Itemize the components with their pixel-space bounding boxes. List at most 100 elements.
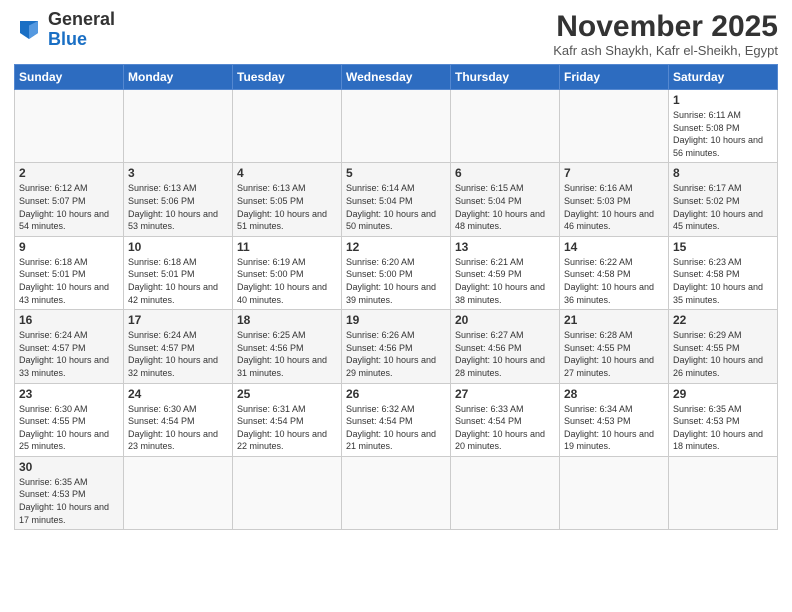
- table-row: 19 Sunrise: 6:26 AM Sunset: 4:56 PM Dayli…: [342, 310, 451, 383]
- day-number: 10: [128, 240, 228, 254]
- table-row: [124, 456, 233, 529]
- table-row: 9Sunrise: 6:18 AM Sunset: 5:01 PM Daylig…: [15, 236, 124, 309]
- table-row: 6 Sunrise: 6:15 AM Sunset: 5:04 PM Daylig…: [451, 163, 560, 236]
- table-row: 2Sunrise: 6:12 AM Sunset: 5:07 PM Daylig…: [15, 163, 124, 236]
- day-info: Sunrise: 6:13 AM Sunset: 5:05 PM Dayligh…: [237, 182, 337, 232]
- day-info: Sunrise: 6:14 AM Sunset: 5:04 PM Dayligh…: [346, 182, 446, 232]
- day-info: Sunrise: 6:24 AM Sunset: 4:57 PM Dayligh…: [19, 329, 119, 379]
- day-number: 19: [346, 313, 446, 327]
- calendar-week-row: 30Sunrise: 6:35 AM Sunset: 4:53 PM Dayli…: [15, 456, 778, 529]
- day-number: 23: [19, 387, 119, 401]
- day-info: Sunrise: 6:19 AM Sunset: 5:00 PM Dayligh…: [237, 256, 337, 306]
- day-number: 6: [455, 166, 555, 180]
- day-number: 8: [673, 166, 773, 180]
- logo-text: GeneralBlue: [48, 10, 115, 50]
- logo-blue-text: Blue: [48, 29, 87, 49]
- table-row: 27Sunrise: 6:33 AM Sunset: 4:54 PM Dayli…: [451, 383, 560, 456]
- day-number: 1: [673, 93, 773, 107]
- day-info: Sunrise: 6:26 AM Sunset: 4:56 PM Dayligh…: [346, 329, 446, 379]
- table-row: 28 Sunrise: 6:34 AM Sunset: 4:53 PM Dayli…: [560, 383, 669, 456]
- day-number: 3: [128, 166, 228, 180]
- table-row: 1Sunrise: 6:11 AM Sunset: 5:08 PM Daylig…: [669, 90, 778, 163]
- table-row: [560, 90, 669, 163]
- table-row: 20 Sunrise: 6:27 AM Sunset: 4:56 PM Dayli…: [451, 310, 560, 383]
- table-row: 21 Sunrise: 6:28 AM Sunset: 4:55 PM Dayli…: [560, 310, 669, 383]
- day-info: Sunrise: 6:22 AM Sunset: 4:58 PM Dayligh…: [564, 256, 664, 306]
- calendar-week-row: 2Sunrise: 6:12 AM Sunset: 5:07 PM Daylig…: [15, 163, 778, 236]
- day-number: 28: [564, 387, 664, 401]
- table-row: 3 Sunrise: 6:13 AM Sunset: 5:06 PM Daylig…: [124, 163, 233, 236]
- day-number: 24: [128, 387, 228, 401]
- calendar-body: 1Sunrise: 6:11 AM Sunset: 5:08 PM Daylig…: [15, 90, 778, 530]
- day-number: 12: [346, 240, 446, 254]
- page: GeneralBlue November 2025 Kafr ash Shayk…: [0, 0, 792, 612]
- table-row: 23Sunrise: 6:30 AM Sunset: 4:55 PM Dayli…: [15, 383, 124, 456]
- logo-icon: [14, 15, 44, 45]
- day-info: Sunrise: 6:34 AM Sunset: 4:53 PM Dayligh…: [564, 403, 664, 453]
- day-number: 5: [346, 166, 446, 180]
- table-row: [560, 456, 669, 529]
- table-row: 17Sunrise: 6:24 AM Sunset: 4:57 PM Dayli…: [124, 310, 233, 383]
- day-number: 26: [346, 387, 446, 401]
- day-info: Sunrise: 6:28 AM Sunset: 4:55 PM Dayligh…: [564, 329, 664, 379]
- table-row: 8 Sunrise: 6:17 AM Sunset: 5:02 PM Daylig…: [669, 163, 778, 236]
- table-row: 10Sunrise: 6:18 AM Sunset: 5:01 PM Dayli…: [124, 236, 233, 309]
- calendar-table: Sunday Monday Tuesday Wednesday Thursday…: [14, 64, 778, 530]
- day-info: Sunrise: 6:13 AM Sunset: 5:06 PM Dayligh…: [128, 182, 228, 232]
- table-row: [124, 90, 233, 163]
- table-row: 30Sunrise: 6:35 AM Sunset: 4:53 PM Dayli…: [15, 456, 124, 529]
- day-info: Sunrise: 6:17 AM Sunset: 5:02 PM Dayligh…: [673, 182, 773, 232]
- header-friday: Friday: [560, 65, 669, 90]
- day-number: 18: [237, 313, 337, 327]
- day-number: 7: [564, 166, 664, 180]
- table-row: [451, 456, 560, 529]
- day-number: 4: [237, 166, 337, 180]
- day-number: 17: [128, 313, 228, 327]
- day-info: Sunrise: 6:16 AM Sunset: 5:03 PM Dayligh…: [564, 182, 664, 232]
- header-thursday: Thursday: [451, 65, 560, 90]
- day-info: Sunrise: 6:29 AM Sunset: 4:55 PM Dayligh…: [673, 329, 773, 379]
- header-wednesday: Wednesday: [342, 65, 451, 90]
- table-row: 25Sunrise: 6:31 AM Sunset: 4:54 PM Dayli…: [233, 383, 342, 456]
- day-info: Sunrise: 6:25 AM Sunset: 4:56 PM Dayligh…: [237, 329, 337, 379]
- day-info: Sunrise: 6:15 AM Sunset: 5:04 PM Dayligh…: [455, 182, 555, 232]
- day-number: 16: [19, 313, 119, 327]
- calendar-header: Sunday Monday Tuesday Wednesday Thursday…: [15, 65, 778, 90]
- header-saturday: Saturday: [669, 65, 778, 90]
- table-row: [342, 456, 451, 529]
- header: GeneralBlue November 2025 Kafr ash Shayk…: [14, 10, 778, 58]
- table-row: [451, 90, 560, 163]
- table-row: 11 Sunrise: 6:19 AM Sunset: 5:00 PM Dayli…: [233, 236, 342, 309]
- day-number: 11: [237, 240, 337, 254]
- day-number: 15: [673, 240, 773, 254]
- day-number: 27: [455, 387, 555, 401]
- day-info: Sunrise: 6:27 AM Sunset: 4:56 PM Dayligh…: [455, 329, 555, 379]
- header-sunday: Sunday: [15, 65, 124, 90]
- calendar-week-row: 23Sunrise: 6:30 AM Sunset: 4:55 PM Dayli…: [15, 383, 778, 456]
- table-row: [342, 90, 451, 163]
- table-row: 29Sunrise: 6:35 AM Sunset: 4:53 PM Dayli…: [669, 383, 778, 456]
- table-row: [15, 90, 124, 163]
- table-row: 26 Sunrise: 6:32 AM Sunset: 4:54 PM Dayli…: [342, 383, 451, 456]
- table-row: 24Sunrise: 6:30 AM Sunset: 4:54 PM Dayli…: [124, 383, 233, 456]
- header-monday: Monday: [124, 65, 233, 90]
- calendar-week-row: 1Sunrise: 6:11 AM Sunset: 5:08 PM Daylig…: [15, 90, 778, 163]
- day-number: 29: [673, 387, 773, 401]
- day-info: Sunrise: 6:21 AM Sunset: 4:59 PM Dayligh…: [455, 256, 555, 306]
- day-number: 21: [564, 313, 664, 327]
- table-row: 12Sunrise: 6:20 AM Sunset: 5:00 PM Dayli…: [342, 236, 451, 309]
- day-number: 20: [455, 313, 555, 327]
- table-row: [233, 90, 342, 163]
- day-number: 25: [237, 387, 337, 401]
- calendar-week-row: 9Sunrise: 6:18 AM Sunset: 5:01 PM Daylig…: [15, 236, 778, 309]
- table-row: 16 Sunrise: 6:24 AM Sunset: 4:57 PM Dayli…: [15, 310, 124, 383]
- month-title: November 2025: [553, 10, 778, 43]
- day-number: 9: [19, 240, 119, 254]
- weekday-header-row: Sunday Monday Tuesday Wednesday Thursday…: [15, 65, 778, 90]
- title-area: November 2025 Kafr ash Shaykh, Kafr el-S…: [553, 10, 778, 58]
- day-info: Sunrise: 6:35 AM Sunset: 4:53 PM Dayligh…: [19, 476, 119, 526]
- day-info: Sunrise: 6:23 AM Sunset: 4:58 PM Dayligh…: [673, 256, 773, 306]
- day-info: Sunrise: 6:32 AM Sunset: 4:54 PM Dayligh…: [346, 403, 446, 453]
- table-row: 18 Sunrise: 6:25 AM Sunset: 4:56 PM Dayli…: [233, 310, 342, 383]
- day-number: 2: [19, 166, 119, 180]
